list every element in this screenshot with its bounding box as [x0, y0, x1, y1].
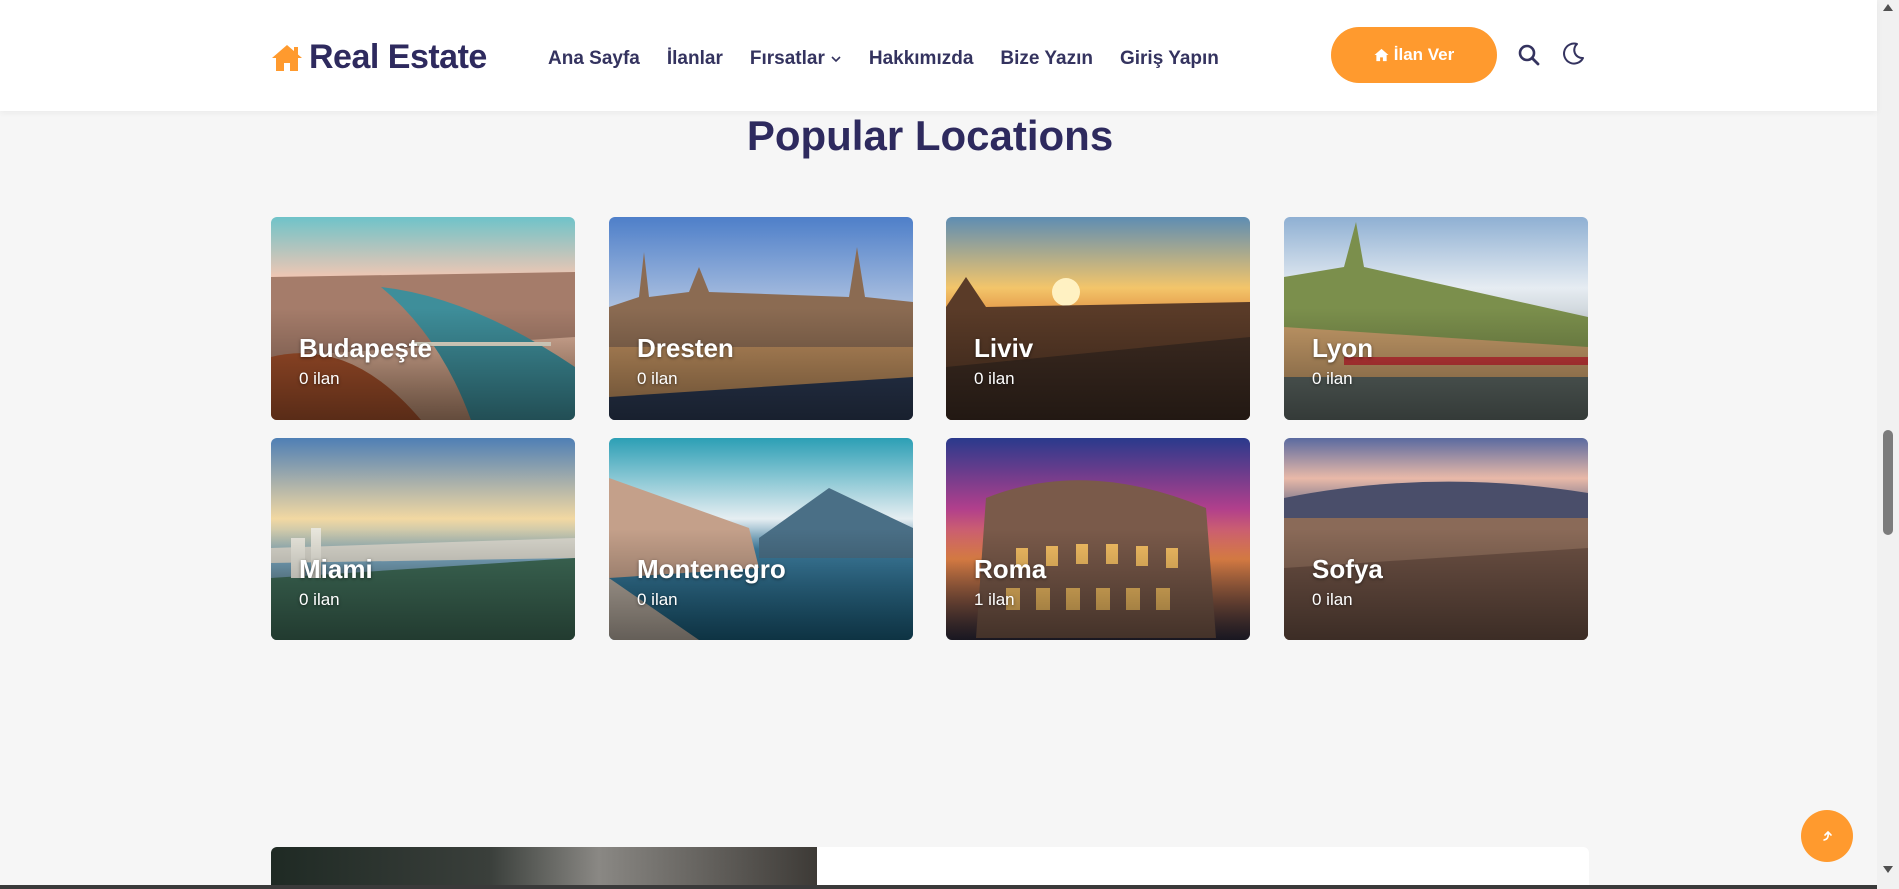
location-name: Lyon: [1312, 333, 1374, 363]
location-card-montenegro[interactable]: Montenegro 0 ilan: [609, 438, 913, 640]
main-nav: Ana Sayfa İlanlar Fırsatlar Hakkımızda B…: [548, 48, 1246, 70]
scroll-up-arrow-icon[interactable]: [1883, 4, 1893, 11]
location-card-roma[interactable]: Roma 1 ilan: [946, 438, 1250, 640]
location-name: Roma: [974, 554, 1047, 584]
scroll-down-arrow-icon[interactable]: [1883, 866, 1893, 873]
location-count: 0 ilan: [299, 590, 340, 609]
location-name: Dresten: [637, 333, 734, 363]
card-overlay: [1284, 217, 1588, 420]
location-count: 0 ilan: [974, 369, 1015, 388]
card-overlay: [946, 217, 1250, 420]
location-name: Miami: [299, 554, 373, 584]
nav-item-giris-yapin[interactable]: Giriş Yapın: [1120, 48, 1219, 70]
logo-text: Real Estate: [309, 38, 487, 76]
moon-icon[interactable]: [1560, 41, 1586, 67]
arrow-up-icon: [1823, 830, 1832, 841]
back-to-top-button[interactable]: [1801, 810, 1853, 862]
location-card-dresten[interactable]: Dresten 0 ilan: [609, 217, 913, 420]
window-bottom-edge: [0, 885, 1877, 889]
card-overlay: [609, 217, 913, 420]
chevron-down-icon: [831, 56, 841, 63]
location-name: Budapeşte: [299, 333, 432, 363]
nav-item-ilanlar[interactable]: İlanlar: [667, 48, 723, 70]
location-name: Sofya: [1312, 554, 1383, 584]
nav-item-firsatlar[interactable]: Fırsatlar: [750, 48, 842, 70]
nav-item-ana-sayfa[interactable]: Ana Sayfa: [548, 48, 640, 70]
scroll-thumb[interactable]: [1883, 430, 1893, 535]
search-icon[interactable]: [1517, 43, 1541, 67]
logo[interactable]: Real Estate: [271, 38, 487, 77]
location-count: 0 ilan: [299, 369, 340, 388]
nav-item-bize-yazin[interactable]: Bize Yazın: [1000, 48, 1093, 70]
page-scrollbar[interactable]: [1877, 0, 1899, 889]
location-card-budapeste[interactable]: Budapeşte 0 ilan: [271, 217, 575, 420]
site-header: Real Estate Ana Sayfa İlanlar Fırsatlar …: [0, 0, 1877, 111]
location-name: Montenegro: [637, 554, 786, 584]
location-card-lyon[interactable]: Lyon 0 ilan: [1284, 217, 1588, 420]
location-count: 0 ilan: [1312, 369, 1353, 388]
home-icon: [1374, 48, 1389, 62]
nav-item-label: Fırsatlar: [749, 48, 825, 69]
location-card-miami[interactable]: Miami 0 ilan: [271, 438, 575, 640]
card-overlay: [271, 217, 575, 420]
section-title: Popular Locations: [746, 112, 1114, 159]
post-listing-button[interactable]: İlan Ver: [1331, 27, 1497, 83]
location-count: 0 ilan: [1312, 590, 1353, 609]
location-count: 0 ilan: [637, 590, 678, 609]
post-listing-label: İlan Ver: [1393, 45, 1455, 64]
location-card-sofya[interactable]: Sofya 0 ilan: [1284, 438, 1588, 640]
location-count: 1 ilan: [974, 590, 1015, 609]
location-count: 0 ilan: [637, 369, 678, 388]
location-card-liviv[interactable]: Liviv 0 ilan: [946, 217, 1250, 420]
home-icon: [272, 44, 302, 71]
location-name: Liviv: [974, 333, 1034, 363]
nav-item-hakkimizda[interactable]: Hakkımızda: [869, 48, 974, 70]
next-section-image: [271, 847, 817, 889]
